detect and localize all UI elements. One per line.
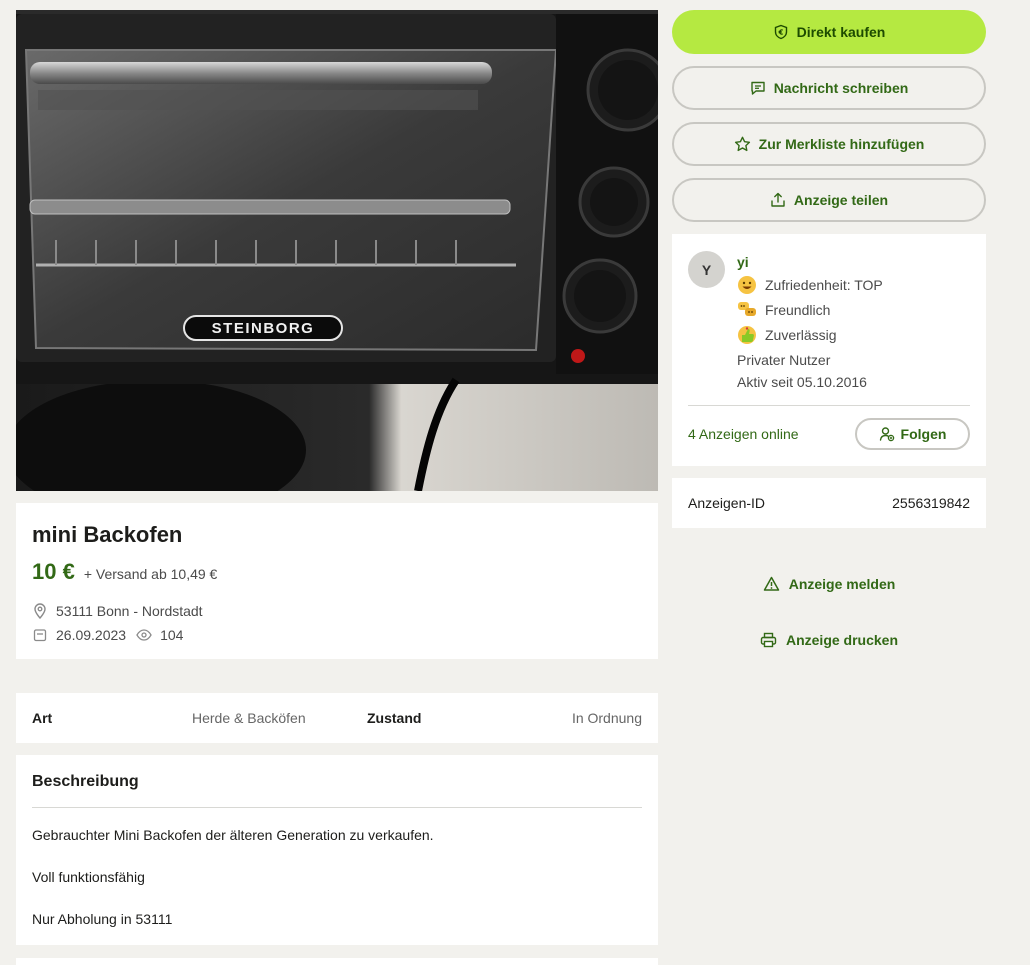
description-card: Beschreibung Gebrauchter Mini Backofen d… <box>16 755 658 945</box>
listing-photo[interactable]: STEINBORG <box>16 10 658 491</box>
detail-art-value[interactable]: Herde & Backöfen <box>192 710 367 726</box>
listing-location[interactable]: 53111 Bonn - Nordstadt <box>56 603 203 619</box>
badge-reliable-label: Zuverlässig <box>765 326 837 343</box>
seller-ads-online-link[interactable]: 4 Anzeigen online <box>688 426 799 442</box>
listing-title: mini Backofen <box>32 522 183 547</box>
badge-satisfaction-label: Zufriedenheit: TOP <box>765 276 883 293</box>
detail-zustand-label: Zustand <box>367 710 422 726</box>
follow-seller-label: Folgen <box>900 426 947 442</box>
listing-views: 104 <box>160 627 184 643</box>
seller-active-since: Aktiv seit 05.10.2016 <box>737 374 867 390</box>
listing-meta: 53111 Bonn - Nordstadt 26.09.2023 104 <box>32 599 642 647</box>
description-heading: Beschreibung <box>32 771 642 808</box>
description-line-3: Nur Abholung in 53111 <box>32 911 173 927</box>
badge-friendly-label: Freundlich <box>765 301 831 318</box>
seller-divider <box>688 405 970 406</box>
report-listing-label: Anzeige melden <box>788 576 896 592</box>
buy-now-button[interactable]: Direkt kaufen <box>672 10 986 54</box>
seller-info: yi Zufriedenheit: TOP Freundlich Zuverlä… <box>737 254 883 393</box>
share-listing-label: Anzeige teilen <box>793 192 889 208</box>
speech-bubbles-badge-icon <box>737 300 757 320</box>
map-pin-icon <box>32 603 48 619</box>
detail-art-label: Art <box>32 710 53 726</box>
location-row: 53111 Bonn - Nordstadt <box>32 599 642 623</box>
user-follow-icon <box>879 426 895 442</box>
share-listing-button[interactable]: Anzeige teilen <box>672 178 986 222</box>
chat-bubble-icon <box>750 80 766 96</box>
listing-date: 26.09.2023 <box>56 627 127 643</box>
badge-satisfaction: Zufriedenheit: TOP <box>737 272 883 297</box>
listing-price: 10 € <box>32 559 75 584</box>
listing-summary: mini Backofen 10 € + Versand ab 10,49 € … <box>16 503 658 659</box>
ad-id-row: Anzeigen-ID 2556319842 <box>672 478 986 528</box>
print-listing-label: Anzeige drucken <box>785 632 899 648</box>
smiley-badge-icon <box>737 275 757 295</box>
seller-card: Y yi Zufriedenheit: TOP Freundlich Zuver… <box>672 234 986 466</box>
star-icon <box>734 136 751 152</box>
next-card-edge <box>16 958 658 965</box>
badge-friendly: Freundlich <box>737 297 883 322</box>
detail-zustand-value: In Ordnung <box>571 710 642 726</box>
report-listing-link[interactable]: Anzeige melden <box>672 572 986 596</box>
listing-details: Art Herde & Backöfen Zustand In Ordnung <box>16 693 658 743</box>
follow-seller-button[interactable]: Folgen <box>855 418 970 450</box>
description-line-2: Voll funktionsfähig <box>32 869 145 885</box>
shipping-info: + Versand ab 10,49 € <box>83 566 218 582</box>
warning-triangle-icon <box>763 576 780 592</box>
calendar-icon <box>32 627 48 643</box>
seller-avatar[interactable]: Y <box>688 251 725 288</box>
shield-euro-icon <box>773 24 789 40</box>
thumbs-up-badge-icon <box>737 325 757 345</box>
oven-image: STEINBORG <box>16 10 658 491</box>
badge-reliable: Zuverlässig <box>737 322 883 347</box>
date-views-row: 26.09.2023 104 <box>32 623 642 647</box>
price-row: 10 € + Versand ab 10,49 € <box>32 559 642 585</box>
send-message-button[interactable]: Nachricht schreiben <box>672 66 986 110</box>
eye-icon <box>136 627 152 643</box>
printer-icon <box>760 632 777 648</box>
brand-logo-text: STEINBORG <box>212 320 315 337</box>
description-line-1: Gebrauchter Mini Backofen der älteren Ge… <box>32 827 434 843</box>
ad-id-value: 2556319842 <box>892 495 970 511</box>
print-listing-link[interactable]: Anzeige drucken <box>672 628 986 652</box>
share-upload-icon <box>770 192 786 208</box>
add-to-watchlist-label: Zur Merkliste hinzufügen <box>758 136 925 152</box>
seller-type: Privater Nutzer <box>737 352 831 368</box>
ad-id-label: Anzeigen-ID <box>688 495 766 511</box>
send-message-label: Nachricht schreiben <box>773 80 909 96</box>
add-to-watchlist-button[interactable]: Zur Merkliste hinzufügen <box>672 122 986 166</box>
buy-now-label: Direkt kaufen <box>796 24 886 40</box>
seller-name[interactable]: yi <box>737 254 883 270</box>
